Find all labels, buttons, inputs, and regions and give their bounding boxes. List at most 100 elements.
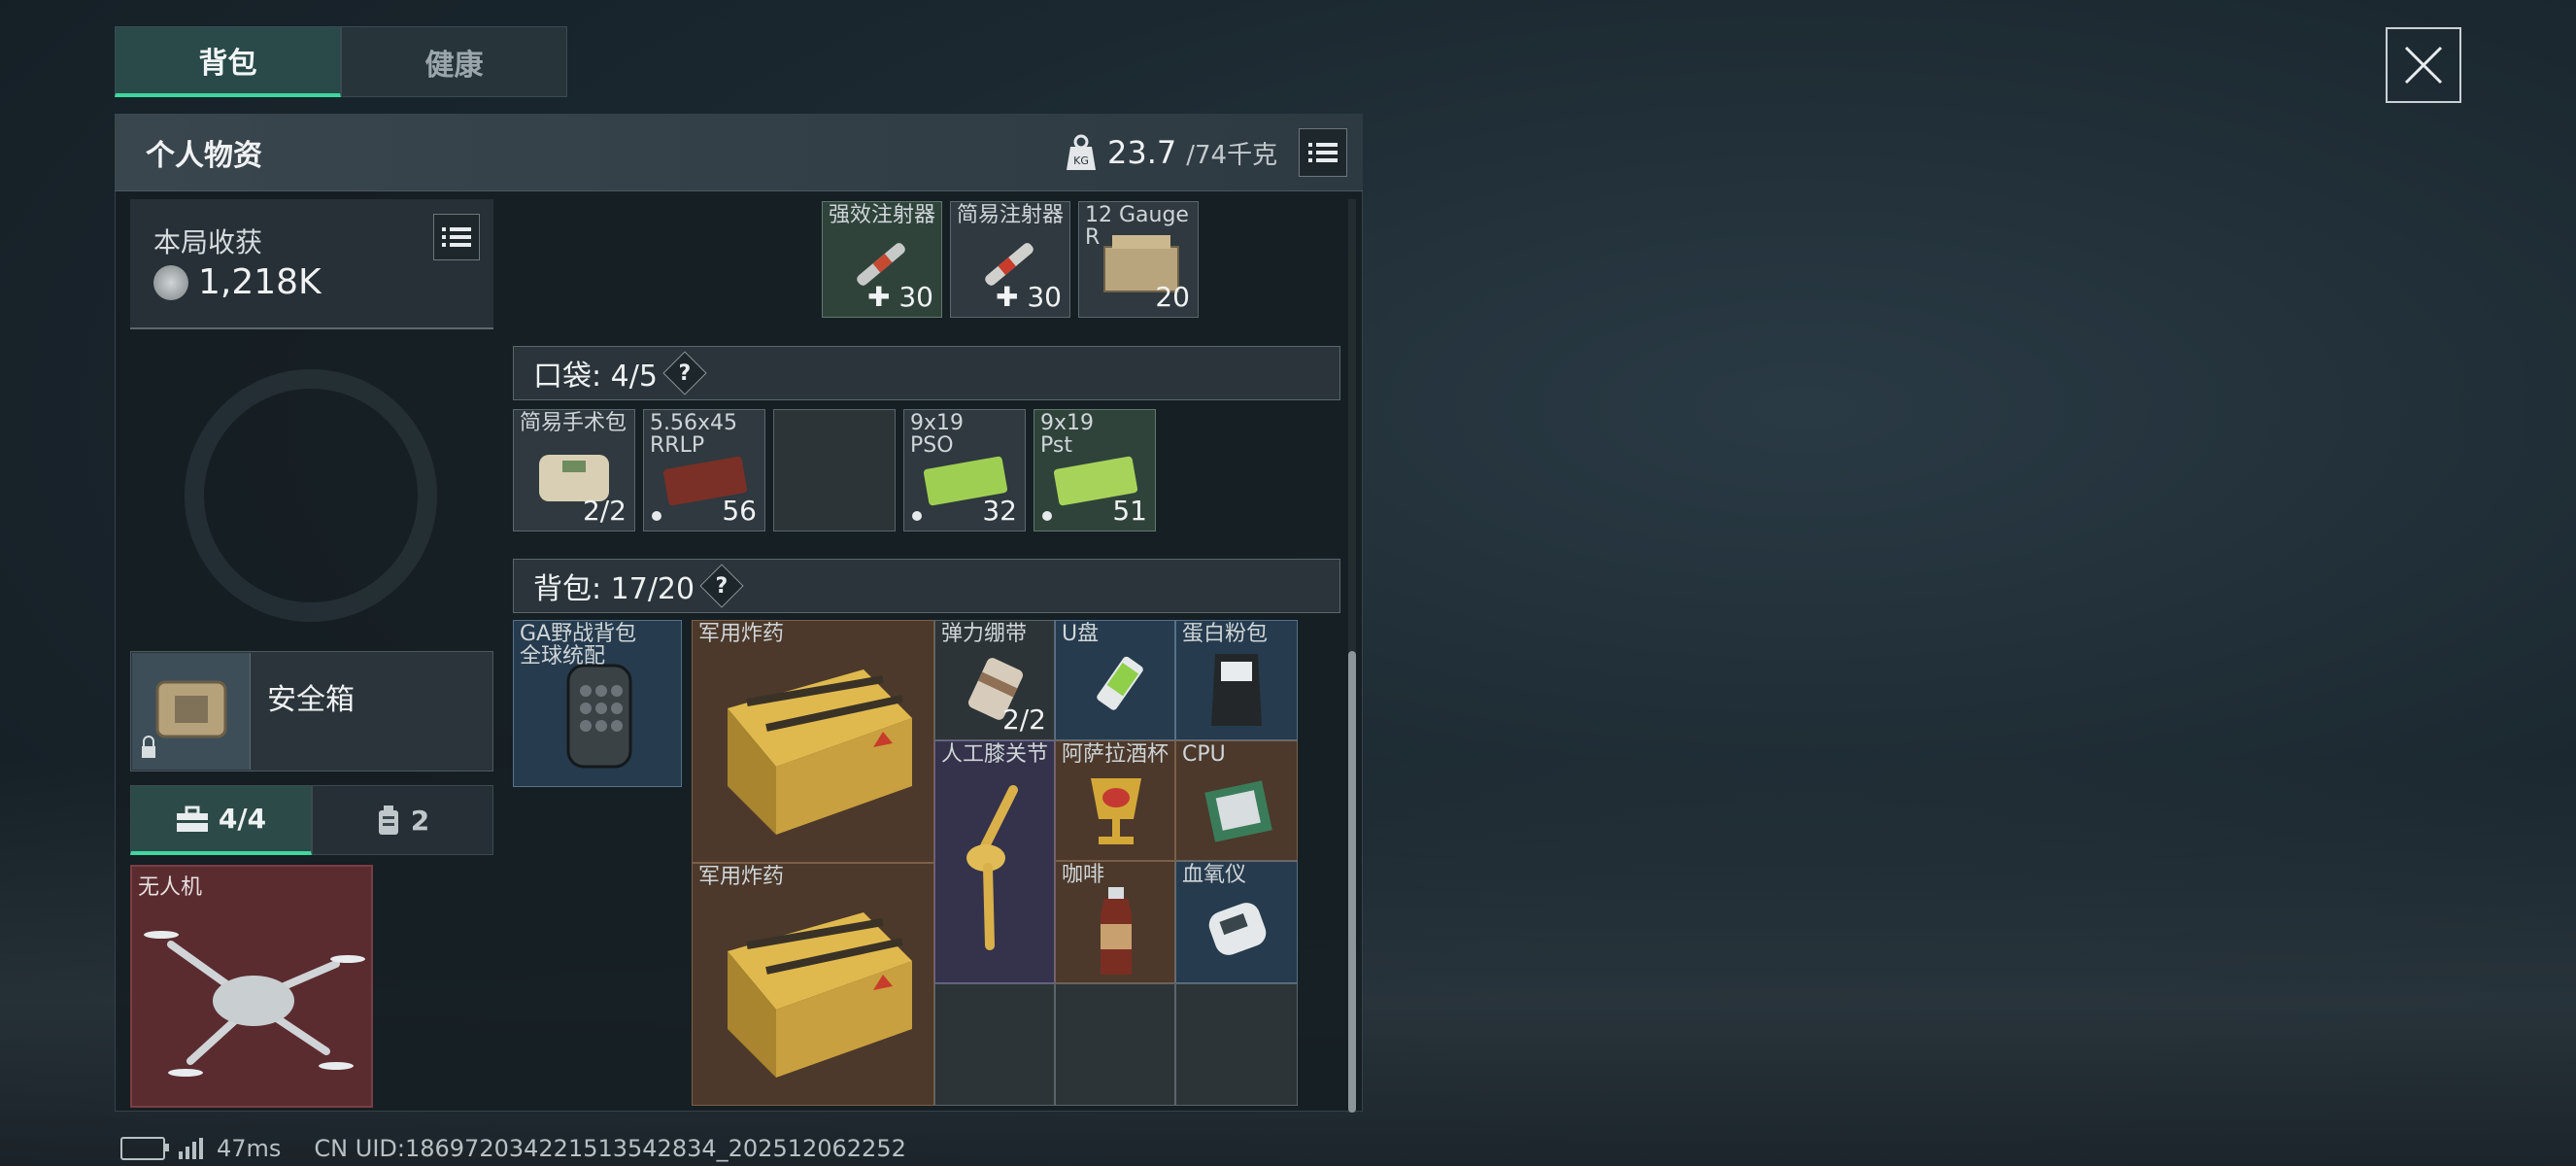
earnings-amount: 1,218K: [198, 262, 322, 302]
pocket-item-9x19-pso[interactable]: 9x19 PSO 32: [903, 409, 1026, 532]
bag-item-oximeter[interactable]: 血氧仪: [1175, 861, 1298, 983]
bag-empty-slot[interactable]: [934, 983, 1055, 1106]
weight-max: /74千克: [1186, 140, 1278, 170]
usb-drive-icon: [1097, 656, 1143, 710]
bag-container-slot[interactable]: GA野战背包 全球统配: [513, 620, 682, 787]
pocket-item-9x19-pst[interactable]: 9x19 Pst 51: [1034, 409, 1156, 532]
explosive-crate-icon: [728, 912, 912, 1078]
item-label: CPU: [1182, 742, 1226, 767]
sort-menu-button[interactable]: [1299, 128, 1348, 177]
item-label: 军用炸药: [698, 622, 785, 646]
item-label: 军用炸药: [698, 865, 785, 889]
bag-item-elastic-bandage[interactable]: 弹力绷带 2/2: [934, 620, 1055, 740]
ping-value: 47ms: [217, 1135, 282, 1162]
item-label: 血氧仪: [1182, 863, 1247, 887]
pocket-help-icon[interactable]: ?: [662, 351, 707, 395]
uid-text: CN UID:186972034221513542834_20251206225…: [314, 1135, 906, 1162]
item-label: 蛋白粉包: [1182, 622, 1269, 646]
pocket-item-surgery-kit[interactable]: 简易手术包 2/2: [513, 409, 635, 532]
faction-emblem: [185, 369, 437, 622]
bag-section-header: 背包: 17/20 ?: [513, 559, 1340, 613]
svg-text:KG: KG: [1073, 154, 1089, 167]
top-tabs: 背包 健康: [115, 26, 567, 97]
item-label: 简易手术包: [520, 411, 627, 435]
bag-item-cpu[interactable]: CPU: [1175, 740, 1298, 861]
item-count: ✚ 30: [995, 281, 1062, 313]
goblet-icon: [1091, 778, 1141, 844]
item-label: 咖啡: [1062, 863, 1105, 887]
tab-backpack[interactable]: 背包: [115, 26, 341, 97]
knee-joint-icon: [966, 785, 1018, 950]
bag-item-usb[interactable]: U盘: [1055, 620, 1175, 740]
bag-item-coffee[interactable]: 咖啡: [1055, 861, 1175, 983]
tab-health[interactable]: 健康: [341, 26, 567, 97]
bag-help-icon[interactable]: ?: [699, 564, 744, 608]
battery-icon: [120, 1137, 169, 1160]
weight-current: 23.7: [1107, 134, 1177, 171]
bag-item-explosive-2[interactable]: 军用炸药: [692, 863, 934, 1106]
item-marker-dot: [652, 511, 661, 521]
tab-tools[interactable]: 4/4: [130, 785, 312, 855]
safe-container-icon: [132, 653, 251, 770]
drone-label: 无人机: [138, 875, 203, 900]
pocket-item-empty[interactable]: [773, 409, 896, 532]
explosive-crate-icon: [728, 669, 912, 835]
list-icon: [442, 227, 471, 247]
bag-empty-slot[interactable]: [1055, 983, 1175, 1106]
protein-pack-icon: [1211, 654, 1262, 726]
backpack-icon: [566, 664, 632, 769]
status-bar: 47ms CN UID:186972034221513542834_202512…: [120, 1135, 906, 1162]
tools-count: 4/4: [218, 803, 267, 835]
item-label: 弹力绷带: [941, 622, 1028, 646]
pocket-section-header: 口袋: 4/5 ?: [513, 346, 1340, 400]
item-label: U盘: [1062, 622, 1100, 646]
item-count: 2/2: [1001, 703, 1046, 736]
item-count: 20: [1155, 281, 1190, 313]
bag-title: 背包: 17/20: [533, 572, 695, 606]
item-label: 强效注射器: [829, 203, 936, 227]
weight-indicator: KG 23.7 /74千克: [1065, 128, 1348, 177]
item-count: ✚ 30: [866, 281, 933, 313]
item-count: 51: [1112, 495, 1147, 527]
item-label: 人工膝关节: [941, 742, 1049, 767]
item-marker-dot: [912, 511, 922, 521]
cpu-chip-icon: [1204, 780, 1272, 842]
pocket-title: 口袋: 4/5: [533, 360, 658, 394]
canister-icon: [378, 806, 398, 835]
bag-item-asara-cup[interactable]: 阿萨拉酒杯: [1055, 740, 1175, 861]
bottles-count: 2: [410, 804, 430, 837]
drone-icon: [144, 931, 365, 1077]
pocket-item-556-ammo[interactable]: 5.56x45 RRLP 56: [643, 409, 765, 532]
coffee-bottle-icon: [1101, 887, 1132, 975]
bag-empty-slot[interactable]: [1175, 983, 1298, 1106]
toolbox-icon: [176, 806, 208, 832]
oximeter-icon: [1208, 903, 1267, 955]
item-12-gauge-ammo[interactable]: 12 Gauge R 20: [1078, 201, 1199, 318]
item-strong-injector[interactable]: 强效注射器 ✚ 30: [822, 201, 942, 318]
bag-item-protein-pack[interactable]: 蛋白粉包: [1175, 620, 1298, 740]
close-button[interactable]: [2386, 27, 2461, 103]
tab-bottles[interactable]: 2: [312, 785, 493, 855]
signal-icon: [179, 1138, 203, 1159]
list-icon: [1308, 143, 1339, 162]
safe-container-label: 安全箱: [267, 683, 355, 717]
earnings-title: 本局收获: [153, 226, 263, 258]
item-count: 56: [722, 495, 757, 527]
item-marker-dot: [1042, 511, 1052, 521]
coin-icon: [153, 264, 188, 300]
panel-title: 个人物资: [146, 138, 262, 173]
weight-kg-icon: KG: [1067, 134, 1096, 170]
bag-item-artificial-knee[interactable]: 人工膝关节: [934, 740, 1055, 983]
close-icon: [2404, 46, 2443, 85]
pouch-tabs: 4/4 2: [130, 785, 493, 855]
item-label: 简易注射器: [957, 203, 1065, 227]
earnings-list-button[interactable]: [433, 214, 480, 260]
drone-slot[interactable]: [130, 865, 373, 1108]
item-count: 2/2: [582, 495, 627, 527]
item-label: 阿萨拉酒杯: [1062, 742, 1169, 767]
item-count: 32: [982, 495, 1017, 527]
earnings-value: 1,218K: [153, 262, 322, 302]
scrollbar-thumb[interactable]: [1348, 651, 1356, 1113]
bag-item-explosive-1[interactable]: 军用炸药: [692, 620, 934, 863]
item-simple-injector[interactable]: 简易注射器 ✚ 30: [950, 201, 1070, 318]
